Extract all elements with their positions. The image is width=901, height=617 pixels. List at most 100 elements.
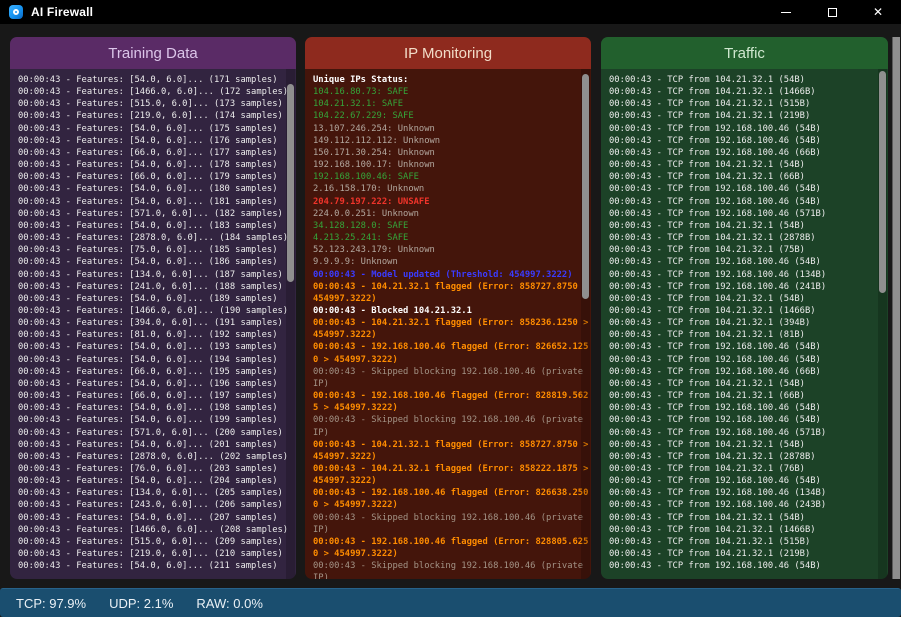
- window-scrollbar[interactable]: [892, 37, 900, 579]
- log-line: 00:00:43 - TCP from 104.21.32.1 (394B): [609, 317, 888, 329]
- log-line: 00:00:43 - Features: [134.0, 6.0]... (18…: [18, 269, 296, 281]
- log-line: 00:00:43 - Features: [571.0, 6.0]... (18…: [18, 208, 296, 220]
- ip-monitoring-log: Unique IPs Status:104.16.80.73: SAFE104.…: [305, 69, 591, 579]
- log-line: 00:00:43 - TCP from 192.168.100.46 (241B…: [609, 281, 888, 293]
- log-line: 00:00:43 - Features: [54.0, 6.0]... (198…: [18, 402, 296, 414]
- log-line: 00:00:43 - Features: [54.0, 6.0]... (196…: [18, 378, 296, 390]
- log-line: 00:00:43 - 104.21.32.1 flagged (Error: 8…: [313, 439, 591, 463]
- log-line: 00:00:43 - Features: [54.0, 6.0]... (178…: [18, 159, 296, 171]
- log-line: 00:00:43 - TCP from 192.168.100.46 (66B): [609, 366, 888, 378]
- traffic-panel-header: Traffic: [601, 37, 888, 69]
- log-line: 00:00:43 - TCP from 192.168.100.46 (54B): [609, 560, 888, 572]
- log-line: 4.213.25.241: SAFE: [313, 232, 591, 244]
- log-line: 00:00:43 - Blocked 104.21.32.1: [313, 305, 591, 317]
- log-line: 00:00:43 - Features: [66.0, 6.0]... (177…: [18, 147, 296, 159]
- log-line: 00:00:43 - TCP from 104.21.32.1 (219B): [609, 110, 888, 122]
- ip-monitoring-scrollbar-track[interactable]: [581, 69, 590, 579]
- window-title: AI Firewall: [31, 5, 93, 19]
- log-line: 00:00:43 - Features: [571.0, 6.0]... (20…: [18, 427, 296, 439]
- log-line: 52.123.243.179: Unknown: [313, 244, 591, 256]
- log-line: 00:00:43 - Skipped blocking 192.168.100.…: [313, 512, 591, 536]
- log-line: 00:00:43 - TCP from 104.21.32.1 (75B): [609, 244, 888, 256]
- log-line: 00:00:43 - Features: [75.0, 6.0]... (185…: [18, 244, 296, 256]
- status-bar: TCP: 97.9% UDP: 2.1% RAW: 0.0%: [0, 588, 901, 617]
- log-line: 00:00:43 - Features: [54.0, 6.0]... (211…: [18, 560, 296, 572]
- log-line: 150.171.30.254: Unknown: [313, 147, 591, 159]
- log-line: 00:00:43 - TCP from 192.168.100.46 (54B): [609, 196, 888, 208]
- training-log: 00:00:43 - Features: [54.0, 6.0]... (171…: [10, 69, 296, 579]
- log-line: 00:00:43 - TCP from 192.168.100.46 (54B): [609, 475, 888, 487]
- log-line: 2.16.158.170: Unknown: [313, 183, 591, 195]
- window-controls: ✕: [763, 0, 901, 24]
- log-line: 00:00:43 - Features: [219.0, 6.0]... (17…: [18, 110, 296, 122]
- status-tcp: TCP: 97.9%: [16, 596, 86, 611]
- traffic-log: 00:00:43 - TCP from 104.21.32.1 (54B)00:…: [601, 69, 888, 579]
- log-line: 00:00:43 - Features: [54.0, 6.0]... (204…: [18, 475, 296, 487]
- app-window: AI Firewall ✕ Training Data 00:00:43 - F…: [0, 0, 901, 617]
- log-line: 00:00:43 - Features: [76.0, 6.0]... (203…: [18, 463, 296, 475]
- ip-monitoring-panel: IP Monitoring Unique IPs Status:104.16.8…: [305, 37, 591, 579]
- log-line: 00:00:43 - Features: [54.0, 6.0]... (207…: [18, 512, 296, 524]
- log-line: 00:00:43 - Features: [241.0, 6.0]... (18…: [18, 281, 296, 293]
- log-line: 00:00:43 - Features: [66.0, 6.0]... (179…: [18, 171, 296, 183]
- log-line: 192.168.100.17: Unknown: [313, 159, 591, 171]
- log-line: 00:00:43 - 104.21.32.1 flagged (Error: 8…: [313, 463, 591, 487]
- log-line: 00:00:43 - Features: [515.0, 6.0]... (20…: [18, 536, 296, 548]
- traffic-scrollbar-thumb[interactable]: [879, 71, 886, 293]
- training-scrollbar-track[interactable]: [286, 69, 295, 579]
- log-line: 00:00:43 - 104.21.32.1 flagged (Error: 8…: [313, 281, 591, 305]
- log-line: 00:00:43 - Features: [54.0, 6.0]... (181…: [18, 196, 296, 208]
- log-line: 00:00:43 - Features: [2878.0, 6.0]... (1…: [18, 232, 296, 244]
- training-panel: Training Data 00:00:43 - Features: [54.0…: [10, 37, 296, 579]
- log-line: 00:00:43 - Skipped blocking 192.168.100.…: [313, 366, 591, 390]
- log-line: 149.112.112.112: Unknown: [313, 135, 591, 147]
- log-line: 00:00:43 - TCP from 192.168.100.46 (243B…: [609, 499, 888, 511]
- log-line: 00:00:43 - TCP from 104.21.32.1 (2878B): [609, 232, 888, 244]
- log-line: 00:00:43 - Features: [54.0, 6.0]... (194…: [18, 354, 296, 366]
- log-line: 00:00:43 - TCP from 104.21.32.1 (81B): [609, 329, 888, 341]
- log-line: 00:00:43 - Features: [54.0, 6.0]... (171…: [18, 74, 296, 86]
- log-line: 00:00:43 - TCP from 192.168.100.46 (54B): [609, 135, 888, 147]
- log-line: 00:00:43 - Features: [54.0, 6.0]... (180…: [18, 183, 296, 195]
- log-line: 192.168.100.46: SAFE: [313, 171, 591, 183]
- log-line: 00:00:43 - Features: [243.0, 6.0]... (20…: [18, 499, 296, 511]
- log-line: 00:00:43 - TCP from 192.168.100.46 (134B…: [609, 487, 888, 499]
- log-line: 00:00:43 - TCP from 104.21.32.1 (1466B): [609, 305, 888, 317]
- log-line: 00:00:43 - TCP from 192.168.100.46 (134B…: [609, 269, 888, 281]
- ip-monitoring-scrollbar-thumb[interactable]: [582, 74, 589, 299]
- traffic-panel: Traffic 00:00:43 - TCP from 104.21.32.1 …: [601, 37, 888, 579]
- title-bar: AI Firewall ✕: [0, 0, 901, 24]
- log-line: 00:00:43 - TCP from 192.168.100.46 (54B): [609, 123, 888, 135]
- training-panel-header: Training Data: [10, 37, 296, 69]
- log-line: 00:00:43 - TCP from 104.21.32.1 (66B): [609, 390, 888, 402]
- maximize-button[interactable]: [809, 0, 855, 24]
- log-line: 00:00:43 - Features: [219.0, 6.0]... (21…: [18, 548, 296, 560]
- log-line: 00:00:43 - Model updated (Threshold: 454…: [313, 269, 591, 281]
- log-line: 00:00:43 - Features: [66.0, 6.0]... (195…: [18, 366, 296, 378]
- log-line: 00:00:43 - TCP from 104.21.32.1 (54B): [609, 220, 888, 232]
- training-scrollbar-thumb[interactable]: [287, 84, 294, 282]
- log-line: 00:00:43 - Skipped blocking 192.168.100.…: [313, 414, 591, 438]
- log-line: 00:00:43 - TCP from 192.168.100.46 (54B): [609, 354, 888, 366]
- training-log-lines: 00:00:43 - Features: [54.0, 6.0]... (171…: [18, 74, 296, 572]
- log-line: 00:00:43 - Features: [54.0, 6.0]... (199…: [18, 414, 296, 426]
- log-line: 00:00:43 - TCP from 104.21.32.1 (66B): [609, 171, 888, 183]
- ip-monitoring-panel-header: IP Monitoring: [305, 37, 591, 69]
- log-line: 104.16.80.73: SAFE: [313, 86, 591, 98]
- log-line: 00:00:43 - TCP from 104.21.32.1 (515B): [609, 536, 888, 548]
- traffic-scrollbar-track[interactable]: [878, 69, 887, 579]
- ip-monitoring-log-lines: Unique IPs Status:104.16.80.73: SAFE104.…: [313, 74, 591, 579]
- log-line: 00:00:43 - TCP from 192.168.100.46 (66B): [609, 147, 888, 159]
- log-line: 00:00:43 - TCP from 104.21.32.1 (54B): [609, 512, 888, 524]
- log-line: 00:00:43 - TCP from 192.168.100.46 (54B): [609, 256, 888, 268]
- app-icon-ring: [13, 9, 19, 15]
- status-raw: RAW: 0.0%: [196, 596, 262, 611]
- log-line: 104.22.67.229: SAFE: [313, 110, 591, 122]
- log-line: 00:00:43 - Features: [54.0, 6.0]... (183…: [18, 220, 296, 232]
- minimize-button[interactable]: [763, 0, 809, 24]
- log-line: 00:00:43 - 192.168.100.46 flagged (Error…: [313, 536, 591, 560]
- close-button[interactable]: ✕: [855, 0, 901, 24]
- log-line: 00:00:43 - TCP from 192.168.100.46 (571B…: [609, 427, 888, 439]
- log-line: 224.0.0.251: Unknown: [313, 208, 591, 220]
- minimize-icon: [781, 12, 791, 13]
